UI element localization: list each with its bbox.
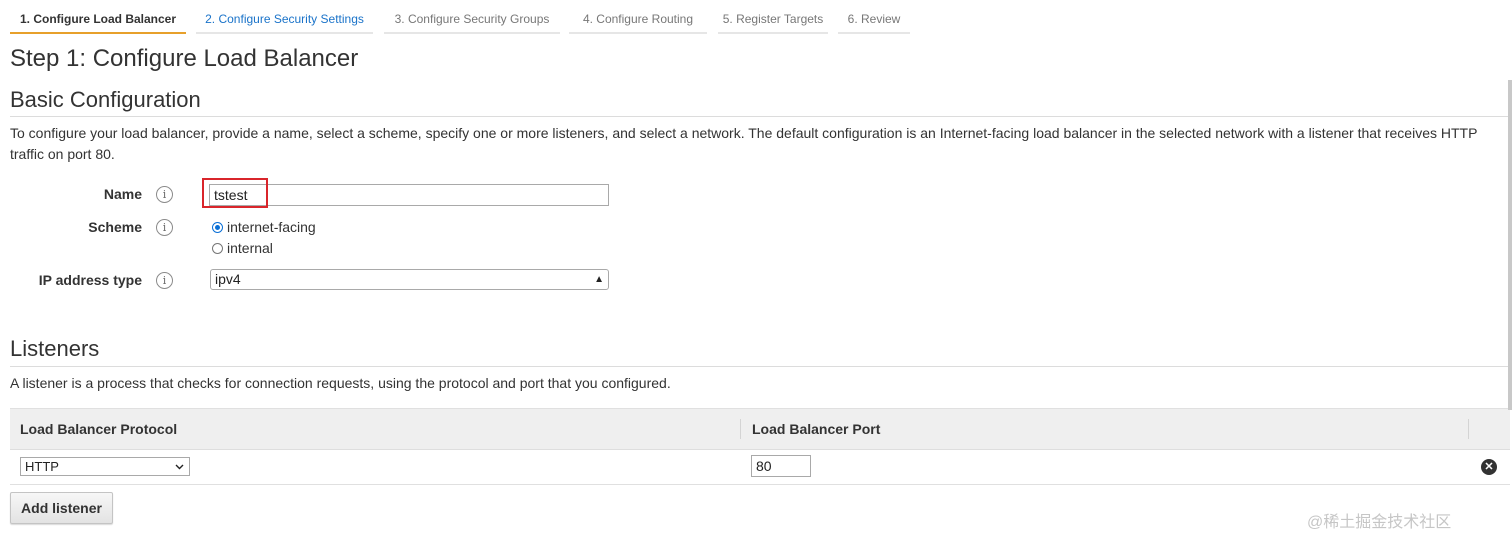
- tab-configure-security-groups[interactable]: 3. Configure Security Groups: [384, 6, 560, 34]
- name-label: Name: [103, 186, 142, 202]
- scrollbar[interactable]: [1508, 80, 1512, 410]
- select-updown-icon: ▲: [594, 274, 604, 285]
- ip-address-type-info-icon[interactable]: i: [156, 272, 173, 289]
- scheme-info-icon[interactable]: i: [156, 219, 173, 236]
- radio-internal-label: internal: [227, 240, 273, 256]
- column-protocol-header: Load Balancer Protocol: [20, 421, 178, 437]
- watermark: @稀土掘金技术社区: [1307, 514, 1452, 531]
- listeners-table-header: Load Balancer Protocol Load Balancer Por…: [10, 408, 1510, 450]
- protocol-select[interactable]: HTTP: [20, 457, 190, 476]
- port-input[interactable]: [751, 455, 811, 477]
- scheme-label: Scheme: [88, 219, 142, 235]
- radio-internet-facing-label: internet-facing: [227, 219, 316, 235]
- tab-configure-load-balancer[interactable]: 1. Configure Load Balancer: [10, 6, 186, 34]
- tab-register-targets[interactable]: 5. Register Targets: [718, 6, 828, 34]
- radio-internet-facing[interactable]: [212, 221, 223, 233]
- protocol-value: HTTP: [25, 459, 59, 474]
- add-listener-button[interactable]: Add listener: [10, 492, 113, 524]
- basic-configuration-description: To configure your load balancer, provide…: [10, 125, 1478, 162]
- name-input[interactable]: [209, 184, 609, 206]
- basic-configuration-heading: Basic Configuration: [10, 87, 201, 112]
- ip-address-type-label: IP address type: [38, 272, 142, 288]
- section-divider: [10, 116, 1508, 117]
- remove-listener-icon[interactable]: ✕: [1481, 459, 1497, 475]
- scheme-option-internal[interactable]: internal: [212, 240, 273, 256]
- tab-configure-routing[interactable]: 4. Configure Routing: [569, 6, 707, 34]
- column-divider: [740, 419, 741, 439]
- column-port-header: Load Balancer Port: [752, 421, 881, 437]
- name-info-icon[interactable]: i: [156, 186, 173, 203]
- radio-internal[interactable]: [212, 242, 223, 254]
- listeners-description: A listener is a process that checks for …: [10, 375, 671, 391]
- section-divider: [10, 366, 1508, 367]
- listeners-heading: Listeners: [10, 336, 100, 361]
- column-divider: [1468, 419, 1469, 439]
- tab-configure-security-settings[interactable]: 2. Configure Security Settings: [196, 6, 373, 34]
- highlight-annotation: [202, 178, 268, 208]
- page-title: Step 1: Configure Load Balancer: [10, 45, 359, 72]
- row-divider: [10, 484, 1510, 485]
- ip-address-type-value: ipv4: [215, 271, 241, 287]
- chevron-down-icon: [175, 464, 184, 470]
- tab-review[interactable]: 6. Review: [838, 6, 910, 34]
- ip-address-type-select[interactable]: ipv4 ▲: [210, 269, 609, 290]
- scheme-option-internet-facing[interactable]: internet-facing: [212, 219, 316, 235]
